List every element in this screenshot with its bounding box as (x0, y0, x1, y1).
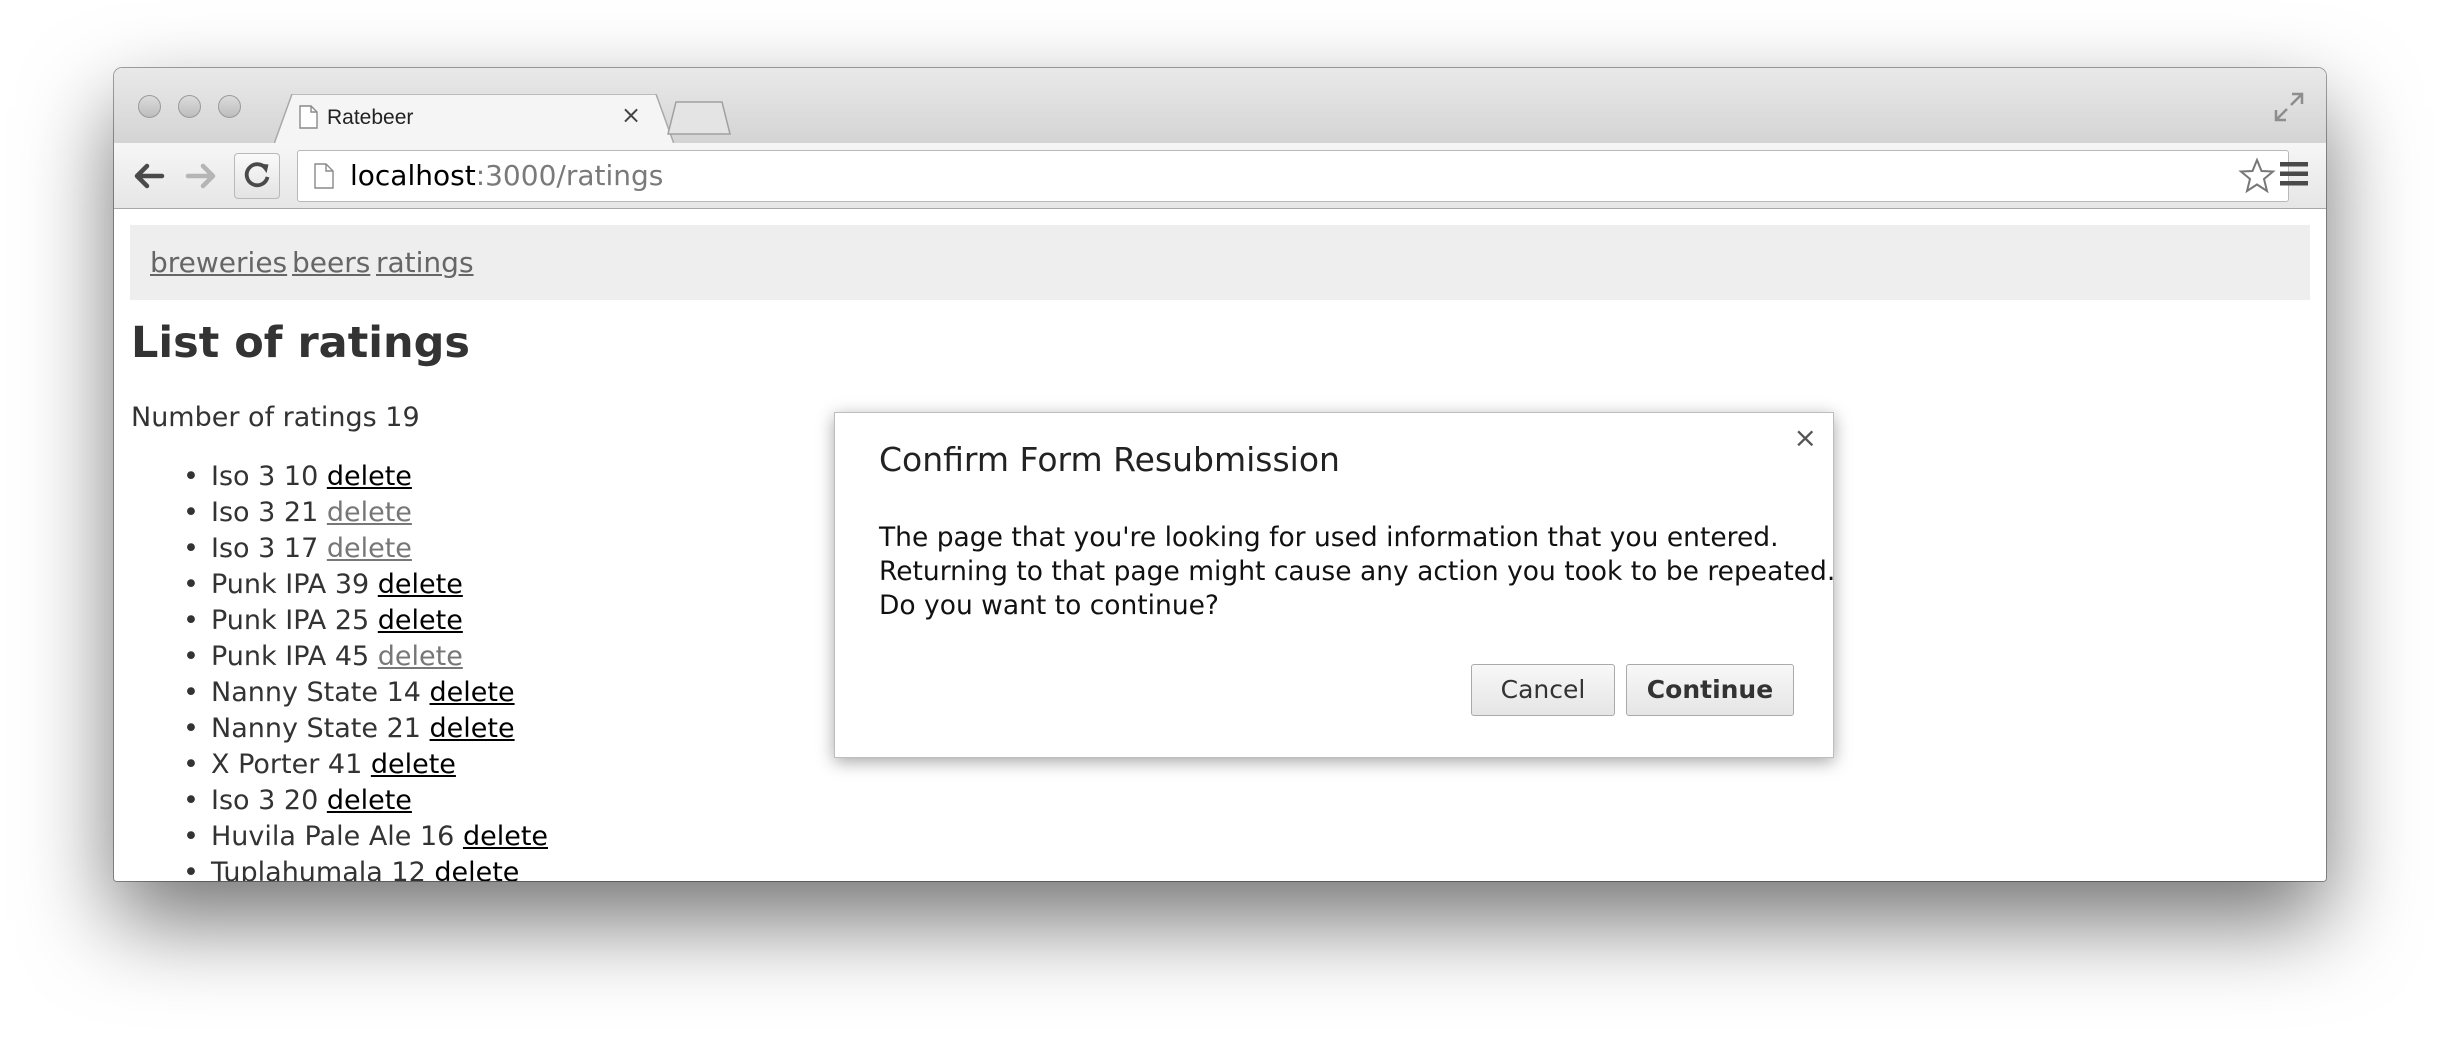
dialog-title: Confirm Form Resubmission (879, 440, 1340, 479)
rating-text: Nanny State 21 (211, 713, 421, 744)
tab-close-icon[interactable]: × (619, 102, 643, 128)
tab-strip: Ratebeer × (114, 68, 2326, 144)
page-icon (299, 105, 318, 129)
continue-button[interactable]: Continue (1626, 664, 1794, 716)
close-window-button[interactable] (138, 95, 161, 118)
dialog-message-line: Do you want to continue? (879, 590, 1219, 621)
ratings-count: Number of ratings 19 (131, 401, 420, 435)
ratings-list: Iso 3 10 deleteIso 3 21 deleteIso 3 17 d… (131, 459, 548, 881)
rating-list-item: Iso 3 21 delete (131, 495, 548, 531)
menu-icon[interactable] (2277, 157, 2311, 191)
dialog-message-line: Returning to that page might cause any a… (879, 556, 1836, 587)
browser-window: Ratebeer × localhost:3000/ratings brewer… (114, 68, 2326, 881)
delete-rating-link[interactable]: delete (430, 677, 515, 708)
nav-link-beers[interactable]: beers (292, 246, 370, 280)
rating-list-item: Punk IPA 39 delete (131, 567, 548, 603)
page-icon (314, 163, 334, 189)
rating-text: Tuplahumala 12 (211, 857, 426, 881)
rating-list-item: Iso 3 20 delete (131, 783, 548, 819)
rating-list-item: Nanny State 21 delete (131, 711, 548, 747)
page-title: List of ratings (131, 318, 470, 368)
delete-rating-link[interactable]: delete (327, 785, 412, 816)
fullscreen-icon[interactable] (2272, 90, 2306, 124)
rating-list-item: X Porter 41 delete (131, 747, 548, 783)
delete-rating-link[interactable]: delete (463, 821, 548, 852)
delete-rating-link[interactable]: delete (378, 569, 463, 600)
rating-list-item: Iso 3 17 delete (131, 531, 548, 567)
bookmark-star-icon[interactable] (2238, 157, 2276, 195)
delete-rating-link[interactable]: delete (327, 461, 412, 492)
url-host: localhost (350, 159, 476, 192)
rating-text: Punk IPA 39 (211, 569, 370, 600)
minimize-window-button[interactable] (178, 95, 201, 118)
rating-text: Iso 3 17 (211, 533, 319, 564)
rating-list-item: Nanny State 14 delete (131, 675, 548, 711)
page-viewport: breweries beers ratings List of ratings … (114, 209, 2326, 881)
rating-list-item: Punk IPA 45 delete (131, 639, 548, 675)
confirm-resubmission-dialog: × Confirm Form Resubmission The page tha… (834, 412, 1836, 758)
site-nav: breweries beers ratings (130, 225, 2310, 300)
browser-toolbar: localhost:3000/ratings (114, 143, 2326, 209)
rating-text: Huvila Pale Ale 16 (211, 821, 455, 852)
delete-rating-link[interactable]: delete (327, 497, 412, 528)
new-tab-button[interactable] (666, 100, 732, 136)
dialog-close-icon[interactable]: × (1794, 423, 1817, 453)
tab-title: Ratebeer (327, 106, 414, 129)
nav-link-breweries[interactable]: breweries (150, 246, 287, 280)
nav-link-ratings[interactable]: ratings (376, 246, 474, 280)
rating-text: Iso 3 10 (211, 461, 319, 492)
url-text[interactable]: localhost:3000/ratings (350, 158, 663, 194)
rating-list-item: Punk IPA 25 delete (131, 603, 548, 639)
delete-rating-link[interactable]: delete (378, 605, 463, 636)
rating-list-item: Huvila Pale Ale 16 delete (131, 819, 548, 855)
rating-list-item: Iso 3 10 delete (131, 459, 548, 495)
delete-rating-link[interactable]: delete (434, 857, 519, 881)
address-bar[interactable]: localhost:3000/ratings (297, 150, 2289, 202)
ratings-count-label: Number of ratings (131, 402, 377, 433)
dialog-message: The page that you're looking for used in… (879, 521, 1836, 623)
delete-rating-link[interactable]: delete (327, 533, 412, 564)
dialog-message-line: The page that you're looking for used in… (879, 522, 1779, 553)
reload-button[interactable] (234, 153, 280, 199)
delete-rating-link[interactable]: delete (430, 713, 515, 744)
rating-text: X Porter 41 (211, 749, 363, 780)
rating-text: Punk IPA 25 (211, 605, 370, 636)
rating-text: Iso 3 20 (211, 785, 319, 816)
cancel-button[interactable]: Cancel (1471, 664, 1615, 716)
rating-text: Nanny State 14 (211, 677, 421, 708)
back-arrow-icon[interactable] (126, 153, 172, 199)
reload-icon (244, 162, 270, 188)
url-path: :3000/ratings (475, 159, 664, 192)
delete-rating-link[interactable]: delete (371, 749, 456, 780)
forward-arrow-icon[interactable] (178, 153, 224, 199)
ratings-count-value: 19 (385, 402, 420, 433)
rating-list-item: Tuplahumala 12 delete (131, 855, 548, 881)
rating-text: Iso 3 21 (211, 497, 319, 528)
delete-rating-link[interactable]: delete (378, 641, 463, 672)
rating-text: Punk IPA 45 (211, 641, 370, 672)
zoom-window-button[interactable] (218, 95, 241, 118)
